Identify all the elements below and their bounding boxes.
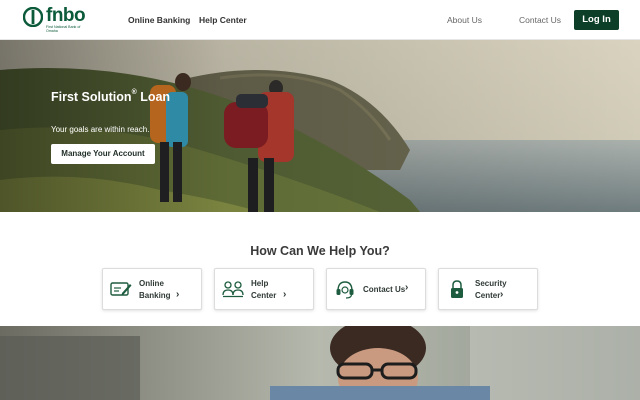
login-button[interactable]: Log In [574,10,619,30]
registered-mark: ® [131,89,137,96]
logo-wordmark: fnbo [46,5,86,26]
help-heading: How Can We Help You? [250,244,390,258]
help-center-card[interactable]: Help Center › [214,268,314,310]
logo-subtitle: First National Bank of Omaha [46,25,81,33]
card-label-line2: Center [475,291,501,300]
hero-banner: First Solution® Loan Your goals are with… [0,40,640,212]
hero-title: First Solution® Loan [51,89,171,104]
check-card-icon [110,282,132,296]
manage-account-button[interactable]: Manage Your Account [51,144,155,164]
lock-icon [451,280,463,298]
chevron-right-icon: › [500,289,504,300]
hero-subtitle: Your goals are within reach. [51,125,150,134]
contact-us-card[interactable]: Contact Us › [326,268,426,310]
man-with-glasses-image [0,326,640,400]
hero-title-suffix: Loan [136,90,171,104]
chevron-right-icon: › [405,282,409,293]
fnbo-logo[interactable]: fnbo First National Bank of Omaha [23,5,93,35]
site-header: fnbo First National Bank of Omaha Online… [0,0,640,40]
chevron-right-icon: › [176,289,180,300]
card-label-line1: Help [251,279,269,288]
people-icon [222,281,244,298]
nav-help-center[interactable]: Help Center [199,0,247,40]
security-center-card[interactable]: Security Center › [438,268,538,310]
online-banking-card[interactable]: Online Banking › [102,268,202,310]
card-label-line1: Contact Us [363,285,406,294]
nav-online-banking[interactable]: Online Banking [128,0,190,40]
photo-illustration [0,326,640,400]
chevron-right-icon: › [283,289,287,300]
nav-about-us[interactable]: About Us [447,0,482,40]
nav-contact-us[interactable]: Contact Us [519,0,561,40]
card-label-line2: Banking [139,291,171,300]
headset-icon [336,281,354,299]
fnbo-logo-mark-icon [23,7,43,27]
hero-title-main: First Solution [51,90,132,104]
card-label-line1: Online [139,279,164,288]
card-label-line2: Center [251,291,277,300]
